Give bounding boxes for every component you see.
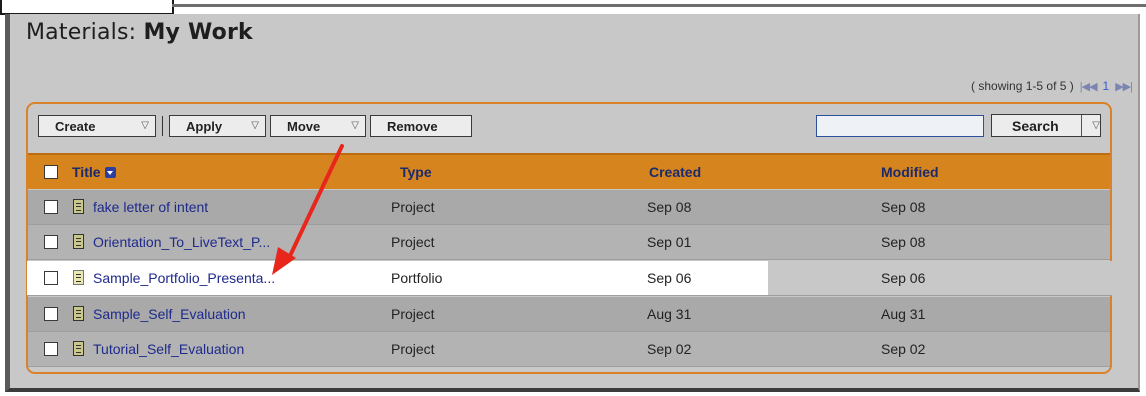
next-last-page-icon[interactable]: ▶▶| xyxy=(1115,80,1133,93)
row-modified: Sep 02 xyxy=(881,341,926,357)
remove-button[interactable]: Remove xyxy=(370,115,472,137)
page-title-main: My Work xyxy=(143,20,253,45)
table-row[interactable]: Tutorial_Self_Evaluation Project Sep 02 … xyxy=(28,332,1110,367)
row-created: Sep 01 xyxy=(647,234,692,250)
grid-toolbar: Create ▽ Apply ▽ Move ▽ Remove Search ▽ xyxy=(28,104,1110,144)
toolbar-divider xyxy=(162,116,163,136)
selected-row-trailing-cell[interactable]: Sep 06 xyxy=(768,261,1112,296)
row-type: Project xyxy=(391,341,435,357)
row-created: Aug 31 xyxy=(647,306,692,322)
current-page-number[interactable]: 1 xyxy=(1103,79,1110,93)
create-button[interactable]: Create ▽ xyxy=(38,115,156,137)
chevron-down-icon: ▽ xyxy=(351,120,359,131)
chevron-down-icon[interactable]: ▽ xyxy=(1092,120,1100,131)
row-modified: Sep 08 xyxy=(881,199,926,215)
select-all-checkbox[interactable] xyxy=(44,165,58,179)
page-title: Materials: My Work xyxy=(26,20,253,45)
row-modified: Sep 06 xyxy=(881,270,926,286)
document-icon xyxy=(73,199,84,214)
chevron-down-icon: ▽ xyxy=(141,120,149,131)
column-header-modified[interactable]: Modified xyxy=(881,155,939,189)
chevron-down-icon: ▽ xyxy=(251,120,259,131)
materials-grid: Create ▽ Apply ▽ Move ▽ Remove Search ▽ … xyxy=(26,102,1112,374)
row-title-link[interactable]: fake letter of intent xyxy=(93,199,208,215)
row-checkbox[interactable] xyxy=(44,271,58,285)
row-checkbox[interactable] xyxy=(44,342,58,356)
table-row-selected[interactable]: Sample_Portfolio_Presenta... Portfolio S… xyxy=(27,261,768,296)
apply-button[interactable]: Apply ▽ xyxy=(169,115,266,137)
pager-summary: ( showing 1-5 of 5 ) xyxy=(971,79,1074,93)
first-prev-page-icon[interactable]: |◀◀ xyxy=(1080,80,1098,93)
row-created: Sep 02 xyxy=(647,341,692,357)
create-button-label: Create xyxy=(55,118,96,134)
search-input[interactable] xyxy=(816,115,984,137)
document-icon xyxy=(73,306,84,321)
table-row[interactable]: Orientation_To_LiveText_P... Project Sep… xyxy=(28,225,1110,260)
column-header-created[interactable]: Created xyxy=(649,155,701,189)
column-header-type[interactable]: Type xyxy=(400,155,432,189)
table-row[interactable]: Sample_Self_Evaluation Project Aug 31 Au… xyxy=(28,297,1110,332)
document-icon xyxy=(73,270,84,285)
row-type: Project xyxy=(391,199,435,215)
remove-button-label: Remove xyxy=(387,118,438,134)
apply-button-label: Apply xyxy=(186,118,223,134)
row-title-link[interactable]: Sample_Self_Evaluation xyxy=(93,306,246,322)
row-created: Sep 08 xyxy=(647,199,692,215)
window-frame-edge xyxy=(172,4,1146,7)
pager: ( showing 1-5 of 5 ) |◀◀ 1 ▶▶| xyxy=(971,79,1133,93)
page-title-prefix: Materials: xyxy=(26,20,137,45)
row-checkbox[interactable] xyxy=(44,235,58,249)
table-header: Title Type Created Modified xyxy=(28,153,1110,189)
top-left-box xyxy=(0,0,174,15)
row-title-link[interactable]: Orientation_To_LiveText_P... xyxy=(93,234,270,250)
row-type: Project xyxy=(391,306,435,322)
row-modified: Aug 31 xyxy=(881,306,926,322)
table-row[interactable]: fake letter of intent Project Sep 08 Sep… xyxy=(28,190,1110,225)
row-type: Project xyxy=(391,234,435,250)
row-checkbox[interactable] xyxy=(44,200,58,214)
move-button-label: Move xyxy=(287,118,321,134)
search-button-divider xyxy=(1081,115,1083,136)
column-header-title-label: Title xyxy=(72,164,101,180)
search-button[interactable]: Search ▽ xyxy=(991,114,1101,137)
column-header-title[interactable]: Title xyxy=(72,155,116,189)
search-button-label: Search xyxy=(1012,117,1059,134)
move-button[interactable]: Move ▽ xyxy=(270,115,366,137)
row-title-link[interactable]: Sample_Portfolio_Presenta... xyxy=(93,270,275,286)
row-checkbox[interactable] xyxy=(44,307,58,321)
row-created: Sep 06 xyxy=(647,270,692,286)
sort-desc-icon[interactable] xyxy=(104,166,116,178)
document-icon xyxy=(73,234,84,249)
row-type: Portfolio xyxy=(391,270,443,286)
row-modified: Sep 08 xyxy=(881,234,926,250)
row-title-link[interactable]: Tutorial_Self_Evaluation xyxy=(93,341,244,357)
document-icon xyxy=(73,341,84,356)
